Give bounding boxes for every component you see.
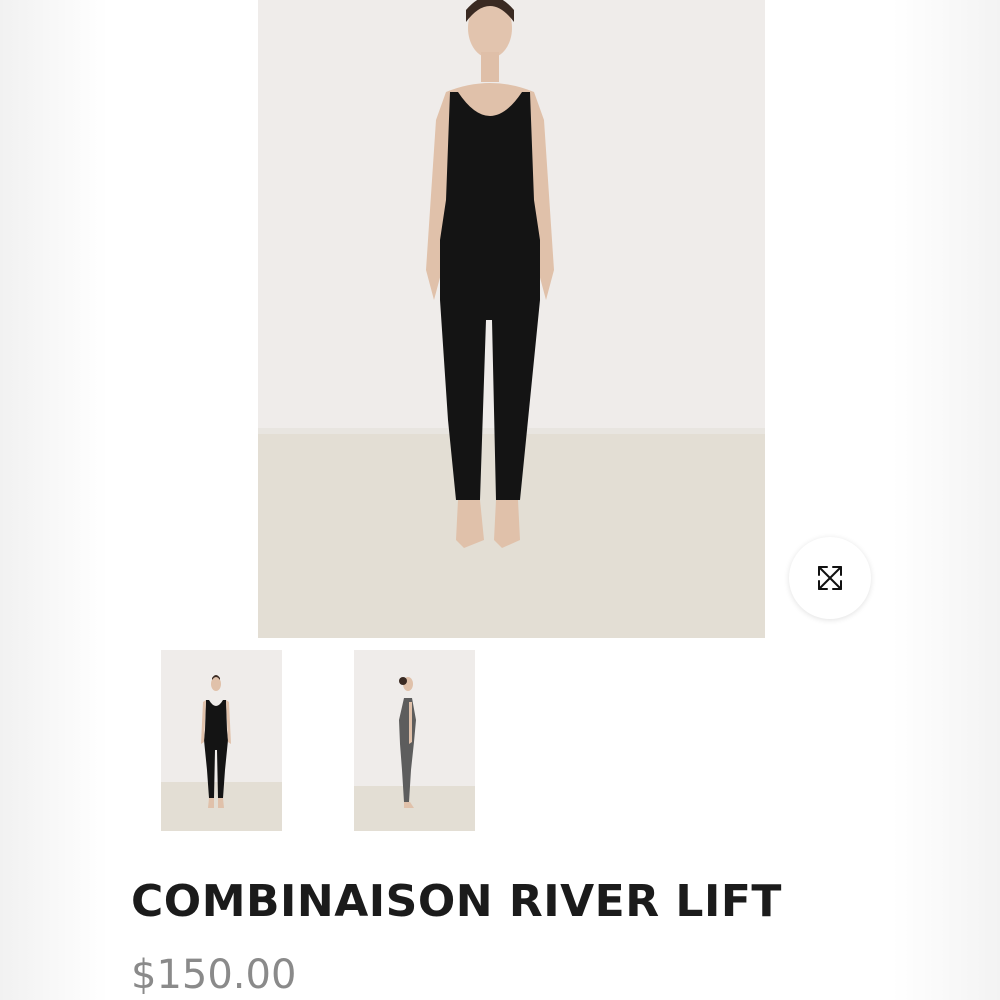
zoom-button[interactable] — [789, 537, 871, 619]
expand-arrows-icon — [818, 566, 842, 590]
product-price: $150.00 — [131, 952, 297, 998]
thumbnail-front[interactable] — [161, 650, 282, 831]
product-content: COMBINAISON RIVER LIFT $150.00 — [108, 0, 892, 1000]
thumbnail-side[interactable] — [354, 650, 475, 831]
product-title: COMBINAISON RIVER LIFT — [131, 876, 782, 927]
product-page: COMBINAISON RIVER LIFT $150.00 — [0, 0, 1000, 1000]
main-product-image[interactable] — [258, 0, 765, 638]
